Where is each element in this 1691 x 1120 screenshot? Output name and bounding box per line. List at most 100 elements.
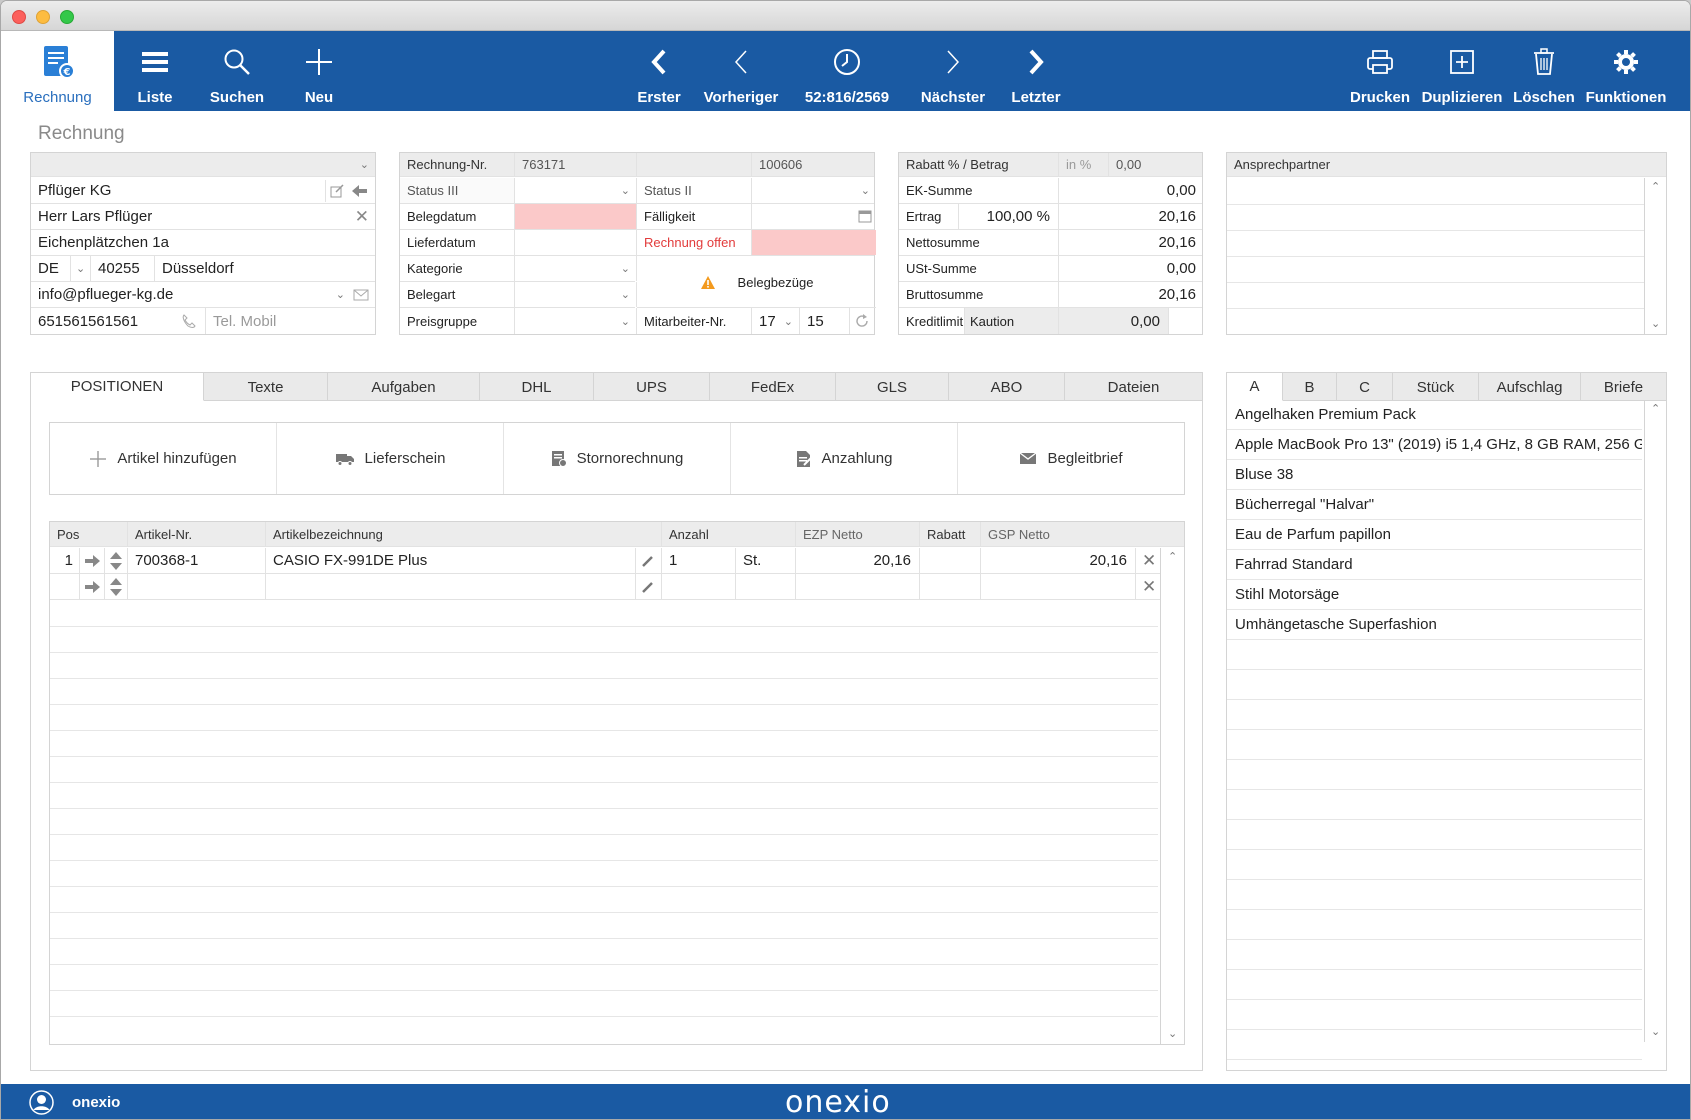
clear-icon[interactable]: ✕ [355,207,369,227]
tab-stueck[interactable]: Stück [1393,373,1479,401]
row-edit-button[interactable] [636,548,662,573]
user-avatar-icon[interactable] [29,1090,54,1115]
belegart-select[interactable]: ⌄ [515,282,637,307]
row-bez[interactable]: CASIO FX-991DE Plus [266,548,636,573]
tab-fedex[interactable]: FedEx [710,373,836,401]
preisgruppe-select[interactable]: ⌄ [515,308,637,334]
list-item[interactable]: Eau de Parfum papillon [1227,520,1642,550]
add-article-button[interactable]: Artikel hinzufügen [50,423,277,494]
row-bez[interactable] [266,574,636,599]
chevron-down-icon[interactable]: ⌄ [1651,317,1660,330]
rechnung-offen-field[interactable] [752,230,876,255]
table-row[interactable]: ✕ [50,574,1160,600]
tab-b[interactable]: B [1283,373,1337,401]
list-item[interactable]: Bücherregal "Halvar" [1227,490,1642,520]
mobile-field[interactable]: Tel. Mobil [206,308,377,334]
row-unit[interactable] [736,574,796,599]
chevron-down-icon[interactable]: ⌄ [360,158,369,171]
chevron-down-icon[interactable]: ⌄ [1651,1025,1660,1038]
edit-icon[interactable] [325,180,347,202]
kategorie-select[interactable]: ⌄ [515,256,637,281]
rabatt-unit[interactable]: in % [1059,153,1109,176]
tab-texte[interactable]: Texte [204,373,328,401]
tab-dhl[interactable]: DHL [480,373,594,401]
tab-positionen[interactable]: POSITIONEN [31,373,204,401]
close-window-button[interactable] [12,10,26,24]
row-artnr[interactable]: 700368-1 [128,548,266,573]
anzahlung-button[interactable]: Anzahlung [731,423,958,494]
status3-select[interactable]: ⌄ [515,178,637,203]
col-ezp[interactable]: EZP Netto [796,522,920,546]
envelope-icon[interactable] [353,288,369,305]
row-rabatt[interactable] [920,548,981,573]
col-bez[interactable]: Artikelbezeichnung [266,522,662,546]
stornorechnung-button[interactable]: Stornorechnung [504,423,731,494]
col-pos[interactable]: Pos [50,522,128,546]
row-delete-button[interactable]: ✕ [1136,548,1162,573]
col-gsp[interactable]: GSP Netto [981,522,1186,546]
article-scrollbar[interactable]: ⌃ ⌄ [1644,400,1666,1042]
row-edit-button[interactable] [636,574,662,599]
tab-ups[interactable]: UPS [594,373,710,401]
tab-a[interactable]: A [1227,373,1283,401]
toolbar-duplizieren[interactable]: Duplizieren [1421,31,1503,111]
refresh-button[interactable] [850,308,876,334]
chevron-down-icon[interactable]: ⌄ [336,288,345,301]
toolbar-record-counter[interactable]: 52:816/2569 [786,31,908,111]
company-field[interactable]: Pflüger KG [31,178,375,204]
chevron-down-icon[interactable]: ⌄ [1168,1027,1177,1040]
arrow-left-icon[interactable] [349,180,371,202]
toolbar-liste[interactable]: Liste [114,31,196,111]
belegdatum-field[interactable] [515,204,637,229]
toolbar-vorheriger[interactable]: Vorheriger [700,31,782,111]
list-item[interactable]: Apple MacBook Pro 13" (2019) i5 1,4 GHz,… [1227,430,1642,460]
row-ezp[interactable] [796,574,920,599]
row-anzahl[interactable]: 1 [662,548,736,573]
email-field[interactable]: info@pflueger-kg.de ⌄ [31,282,375,308]
tab-aufschlag[interactable]: Aufschlag [1479,373,1581,401]
toolbar-drucken[interactable]: Drucken [1339,31,1421,111]
row-delete-button[interactable]: ✕ [1136,574,1162,599]
row-reorder-handle[interactable] [105,548,128,573]
list-item[interactable]: Angelhaken Premium Pack [1227,400,1642,430]
mitarbeiter-field2[interactable]: 15 [800,308,850,334]
zoom-window-button[interactable] [60,10,74,24]
tab-abo[interactable]: ABO [949,373,1065,401]
belegbezuege-button[interactable]: Belegbezüge [637,257,876,308]
positions-scrollbar[interactable]: ⌃ ⌄ [1160,548,1184,1044]
customer-selector[interactable]: ⌄ [31,153,375,177]
tab-briefe[interactable]: Briefe [1581,373,1666,401]
table-row[interactable]: 1 700368-1 CASIO FX-991DE Plus 1 St. 20,… [50,548,1160,574]
row-reorder-handle[interactable] [105,574,128,599]
faelligkeit-field[interactable] [752,204,876,229]
list-item[interactable]: Umhängetasche Superfashion [1227,610,1642,640]
chevron-up-icon[interactable]: ⌃ [1651,180,1660,193]
phone-icon[interactable] [181,313,197,333]
toolbar-neu[interactable]: Neu [278,31,360,111]
tab-gls[interactable]: GLS [836,373,949,401]
lieferschein-button[interactable]: Lieferschein [277,423,504,494]
toolbar-letzter[interactable]: Letzter [995,31,1077,111]
minimize-window-button[interactable] [36,10,50,24]
row-gsp[interactable] [981,574,1136,599]
col-rabatt[interactable]: Rabatt [920,522,981,546]
toolbar-erster[interactable]: Erster [618,31,700,111]
invoice-number2-field[interactable]: 100606 [752,153,876,176]
country-field[interactable]: DE [31,256,71,281]
row-goto-button[interactable] [80,574,105,599]
rabatt-field[interactable]: 0,00 [1109,153,1204,176]
toolbar-loeschen[interactable]: Löschen [1503,31,1585,111]
list-item[interactable]: Fahrrad Standard [1227,550,1642,580]
chevron-up-icon[interactable]: ⌃ [1168,550,1177,563]
country-dropdown[interactable]: ⌄ [71,256,91,281]
list-item[interactable]: Bluse 38 [1227,460,1642,490]
city-field[interactable]: Düsseldorf [155,256,377,281]
zip-field[interactable]: 40255 [91,256,155,281]
row-unit[interactable]: St. [736,548,796,573]
begleitbrief-button[interactable]: Begleitbrief [958,423,1184,494]
chevron-up-icon[interactable]: ⌃ [1651,402,1660,415]
row-gsp[interactable]: 20,16 [981,548,1136,573]
tab-c[interactable]: C [1337,373,1393,401]
contact-field[interactable]: Herr Lars Pflüger ✕ [31,204,375,230]
toolbar-naechster[interactable]: Nächster [912,31,994,111]
